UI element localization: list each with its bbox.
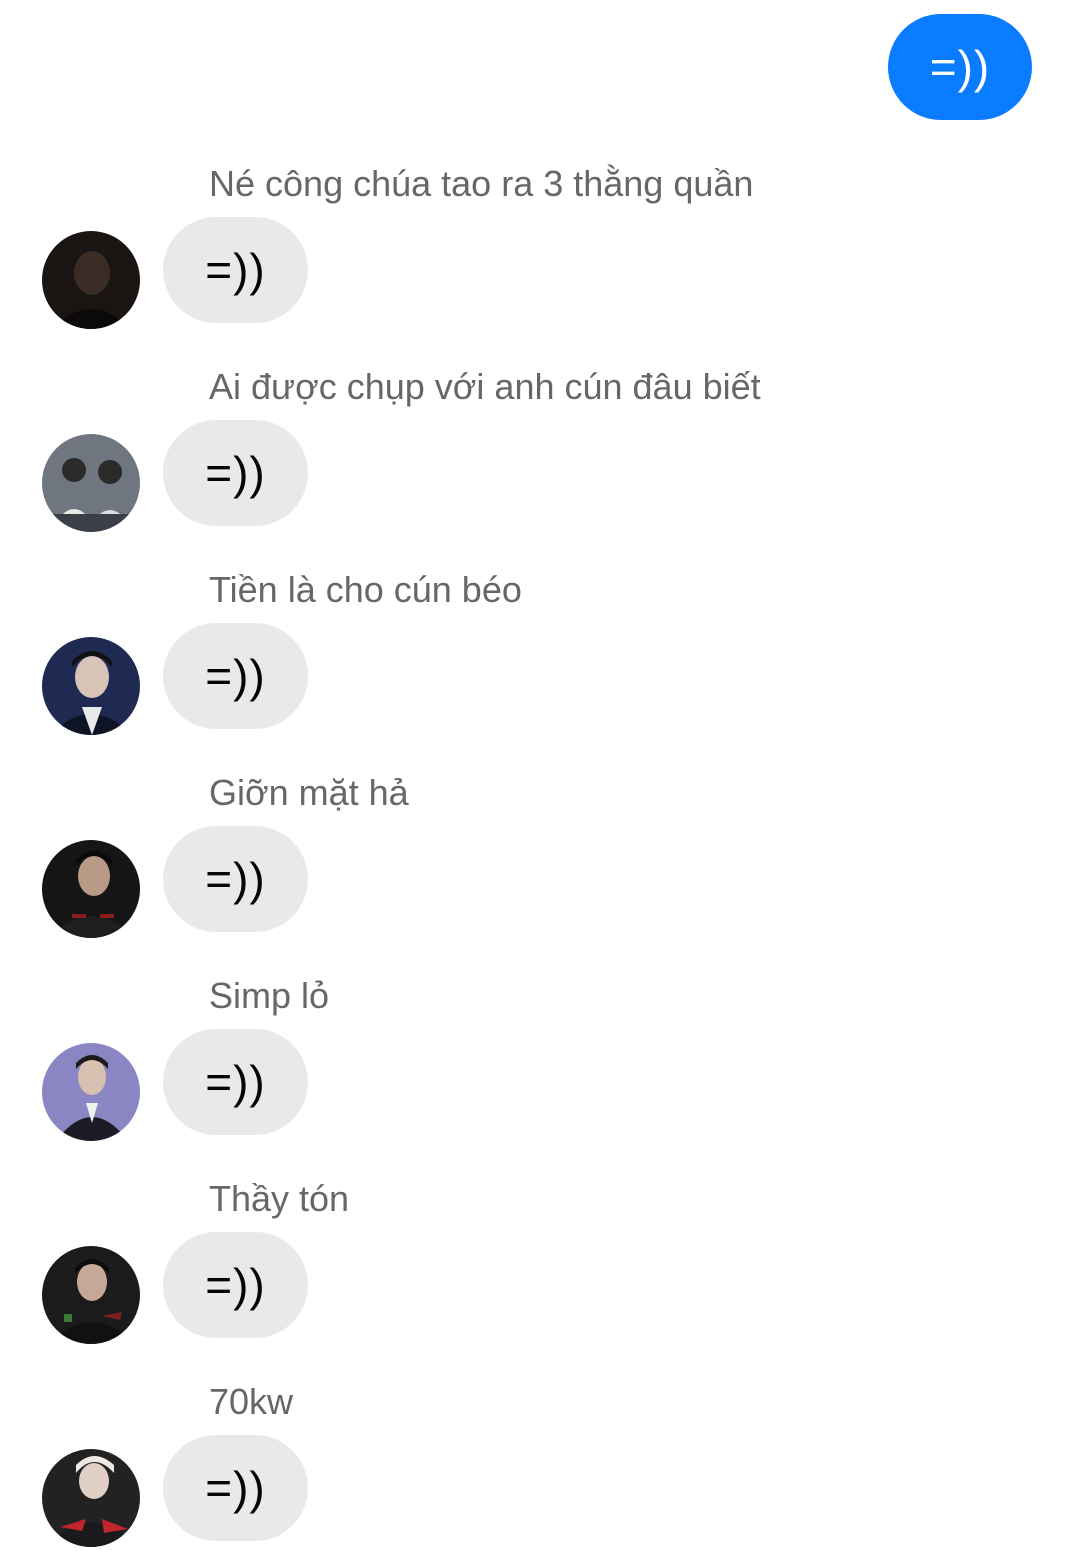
message-group-5: Simp lỏ =)) (0, 975, 1080, 1155)
outgoing-message-bubble[interactable]: =)) (888, 14, 1032, 120)
sender-name: Giỡn mặt hả (209, 772, 409, 813)
avatar[interactable] (42, 434, 140, 532)
avatar[interactable] (42, 840, 140, 938)
incoming-message-bubble[interactable]: =)) (163, 1232, 308, 1338)
sender-name: Né công chúa tao ra 3 thằng quần (209, 163, 754, 204)
avatar[interactable] (42, 231, 140, 329)
incoming-message-bubble[interactable]: =)) (163, 1029, 308, 1135)
avatar[interactable] (42, 1246, 140, 1344)
avatar[interactable] (42, 1449, 140, 1547)
message-group-6: Thầy tón =)) (0, 1178, 1080, 1358)
sender-name: Ai được chụp với anh cún đâu biết (209, 366, 761, 407)
message-group-2: Ai được chụp với anh cún đâu biết =)) (0, 366, 1080, 546)
sender-name: Tiền là cho cún béo (209, 569, 522, 610)
avatar[interactable] (42, 637, 140, 735)
sender-name: Thầy tón (209, 1178, 350, 1219)
incoming-message-bubble[interactable]: =)) (163, 826, 308, 932)
chat-thread: =)) Né công chúa tao ra 3 thằng quần =))… (0, 0, 1080, 1559)
message-group-3: Tiền là cho cún béo =)) (0, 569, 1080, 749)
sender-name: Simp lỏ (209, 975, 330, 1016)
message-group-1: Né công chúa tao ra 3 thằng quần =)) (0, 163, 1080, 343)
sender-name: 70kw (209, 1381, 294, 1422)
incoming-message-bubble[interactable]: =)) (163, 217, 308, 323)
incoming-message-bubble[interactable]: =)) (163, 1435, 308, 1541)
message-group-4: Giỡn mặt hả =)) (0, 772, 1080, 952)
avatar[interactable] (42, 1043, 140, 1141)
incoming-message-bubble[interactable]: =)) (163, 420, 308, 526)
message-group-7: 70kw =)) (0, 1381, 1080, 1561)
incoming-message-bubble[interactable]: =)) (163, 623, 308, 729)
